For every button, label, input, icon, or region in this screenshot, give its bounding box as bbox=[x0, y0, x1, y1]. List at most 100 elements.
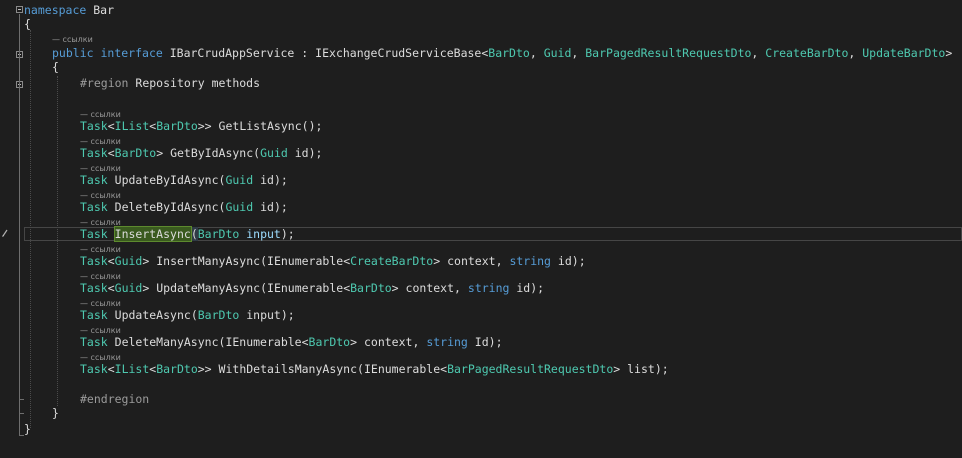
code-line-open-brace[interactable]: { bbox=[24, 17, 31, 31]
type-arg: BarDto bbox=[114, 146, 157, 160]
method-name: UpdateManyAsync bbox=[156, 281, 261, 295]
paren-close: ); bbox=[308, 146, 323, 160]
indent-guide bbox=[57, 76, 58, 406]
open-brace: { bbox=[24, 17, 31, 31]
open-brace: { bbox=[52, 60, 59, 74]
generic-close: > bbox=[945, 46, 953, 60]
keyword-public: public bbox=[52, 46, 94, 60]
pencil-edit-icon bbox=[2, 229, 8, 237]
param-name: id bbox=[294, 146, 309, 160]
generic-close: >> bbox=[197, 119, 212, 133]
method-rest: (); bbox=[301, 119, 323, 133]
code-line-getlistasync[interactable]: Task<IList<BarDto>> GetListAsync(); bbox=[80, 119, 322, 133]
type-arg: Guid bbox=[114, 254, 143, 268]
param-type: BarDto bbox=[197, 227, 240, 241]
code-line-deletebyidasync[interactable]: Task DeleteByIdAsync(Guid id); bbox=[80, 200, 288, 214]
fold-namespace-icon[interactable] bbox=[16, 6, 23, 13]
type-arg: Guid bbox=[543, 46, 572, 60]
generic-close: > bbox=[350, 335, 358, 349]
generic-open: < bbox=[107, 281, 115, 295]
comma: , bbox=[454, 281, 461, 295]
code-line-withdetailsmanyasync[interactable]: Task<IList<BarDto>> WithDetailsManyAsync… bbox=[80, 362, 669, 376]
code-editor[interactable]: namespace Bar { — ссылки public interfac… bbox=[0, 0, 962, 458]
generic-open: < bbox=[107, 254, 115, 268]
param-type: BarDto bbox=[197, 308, 240, 322]
paren-close: ); bbox=[488, 335, 503, 349]
generic-open: < bbox=[301, 335, 309, 349]
param-name: list bbox=[627, 362, 655, 376]
type-task: Task bbox=[80, 119, 108, 133]
type-arg: CreateBarDto bbox=[765, 46, 849, 60]
type-arg: BarDto bbox=[350, 281, 392, 295]
type-ilist: IList bbox=[114, 119, 150, 133]
type-arg: BarPagedResultRequestDto bbox=[585, 46, 752, 60]
param-type: IEnumerable bbox=[363, 362, 441, 376]
param-name: context bbox=[363, 335, 413, 349]
paren-close: ); bbox=[654, 362, 669, 376]
type-task: Task bbox=[80, 362, 108, 376]
generic-open: < bbox=[107, 146, 115, 160]
keyword-string: string bbox=[509, 254, 551, 268]
method-name: UpdateAsync bbox=[114, 308, 191, 322]
code-line-endregion[interactable]: #endregion bbox=[80, 392, 149, 406]
paren-close: ); bbox=[530, 281, 545, 295]
close-brace: } bbox=[24, 422, 31, 436]
code-line-interface-close-brace[interactable]: } bbox=[52, 406, 59, 420]
code-line-updatemanyasync[interactable]: Task<Guid> UpdateManyAsync(IEnumerable<B… bbox=[80, 281, 544, 295]
param-type: Guid bbox=[260, 146, 288, 160]
code-line-insertmanyasync[interactable]: Task<Guid> InsertManyAsync(IEnumerable<C… bbox=[80, 254, 586, 268]
type-task: Task bbox=[80, 200, 108, 214]
generic-close: > bbox=[142, 254, 150, 268]
param-type: IEnumerable bbox=[267, 281, 344, 295]
param-type: IEnumerable bbox=[225, 335, 302, 349]
interface-name: IBarCrudAppService bbox=[169, 46, 295, 60]
param-type: Guid bbox=[225, 173, 254, 187]
code-line-insertasync[interactable]: Task InsertAsync(BarDto input); bbox=[80, 226, 295, 242]
generic-open: < bbox=[107, 119, 115, 133]
param-name: context bbox=[447, 254, 496, 268]
method-name: DeleteManyAsync bbox=[114, 335, 219, 349]
code-line-getbyidasync[interactable]: Task<BarDto> GetByIdAsync(Guid id); bbox=[80, 146, 322, 160]
param-name: context bbox=[405, 281, 455, 295]
code-line-updateasync[interactable]: Task UpdateAsync(BarDto input); bbox=[80, 308, 295, 322]
endregion-directive: #endregion bbox=[80, 392, 150, 406]
code-line-namespace[interactable]: namespace Bar bbox=[24, 3, 114, 17]
code-line-updatebyidasync[interactable]: Task UpdateByIdAsync(Guid id); bbox=[80, 173, 288, 187]
param-name: id bbox=[516, 281, 531, 295]
param-name: input bbox=[246, 227, 281, 241]
generic-close: > bbox=[142, 281, 150, 295]
method-name: GetByIdAsync bbox=[170, 146, 254, 160]
method-name-highlighted[interactable]: InsertAsync bbox=[113, 226, 192, 242]
fold-end-interface bbox=[19, 413, 24, 414]
type-arg: Guid bbox=[114, 281, 143, 295]
type-task: Task bbox=[80, 227, 108, 241]
generic-open: < bbox=[107, 362, 115, 376]
code-line-region[interactable]: #region Repository methods bbox=[80, 76, 260, 90]
paren-open: ( bbox=[260, 281, 268, 295]
code-line-namespace-close-brace[interactable]: } bbox=[24, 422, 31, 436]
colon: : bbox=[301, 46, 309, 60]
namespace-name: Bar bbox=[93, 3, 115, 17]
keyword-interface: interface bbox=[100, 46, 163, 60]
generic-close: > bbox=[391, 281, 399, 295]
comma: , bbox=[495, 254, 503, 268]
param-name: Id bbox=[474, 335, 489, 349]
type-task: Task bbox=[80, 146, 108, 160]
region-name: Repository methods bbox=[135, 76, 261, 90]
param-type: IEnumerable bbox=[267, 254, 344, 268]
code-line-deletemanyasync[interactable]: Task DeleteManyAsync(IEnumerable<BarDto>… bbox=[80, 335, 503, 349]
base-interface: IExchangeCrudServiceBase bbox=[315, 46, 482, 60]
paren-close: ); bbox=[280, 227, 295, 241]
type-task: Task bbox=[80, 335, 108, 349]
paren-open: ( bbox=[357, 362, 364, 376]
type-arg: BarPagedResultRequestDto bbox=[447, 362, 614, 376]
method-name: DeleteByIdAsync bbox=[114, 200, 219, 214]
paren-open: ( bbox=[190, 227, 198, 241]
generic-close: > bbox=[433, 254, 441, 268]
method-name: UpdateByIdAsync bbox=[114, 173, 219, 187]
code-line-interface-open-brace[interactable]: { bbox=[52, 60, 59, 74]
generic-close: > bbox=[156, 146, 164, 160]
type-task: Task bbox=[80, 308, 108, 322]
codelens-references[interactable]: — ссылки bbox=[52, 35, 93, 45]
code-line-interface[interactable]: public interface IBarCrudAppService : IE… bbox=[52, 46, 952, 60]
